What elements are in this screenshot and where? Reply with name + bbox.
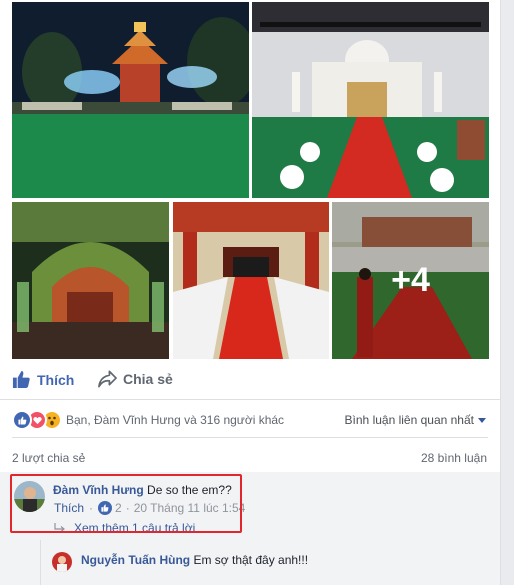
photo-1[interactable] xyxy=(12,2,249,198)
highlight-box xyxy=(10,474,242,533)
thumbs-up-icon xyxy=(12,370,30,389)
photo-4[interactable] xyxy=(173,202,329,359)
avatar[interactable] xyxy=(52,552,72,572)
reactions-divider xyxy=(12,437,488,438)
comment-sort-label: Bình luận liên quan nhất xyxy=(344,413,474,427)
reply-author[interactable]: Nguyễn Tuấn Hùng xyxy=(81,553,190,567)
reply-text: Em sợ thật đây anh!!! xyxy=(193,553,309,567)
actions-divider xyxy=(0,399,500,400)
photo-5[interactable]: +4 xyxy=(332,202,489,359)
share-count[interactable]: 2 lượt chia sẻ xyxy=(12,451,85,465)
like-label: Thích xyxy=(37,371,75,388)
caret-down-icon xyxy=(478,417,486,423)
post-actions: Thích Chia sẻ xyxy=(0,362,500,398)
comment-count[interactable]: 28 bình luận xyxy=(421,451,487,465)
more-photos-overlay[interactable]: +4 xyxy=(332,202,489,359)
share-icon xyxy=(98,370,117,388)
like-icon xyxy=(12,410,32,430)
reply-thread-line xyxy=(40,540,41,585)
reactions-summary[interactable]: Bạn, Đàm Vĩnh Hưng và 316 người khác xyxy=(12,410,284,430)
reactions-text[interactable]: Bạn, Đàm Vĩnh Hưng và 316 người khác xyxy=(66,413,284,427)
reply-body: Nguyễn Tuấn Hùng Em sợ thật đây anh!!! xyxy=(81,553,308,567)
photo-2[interactable] xyxy=(252,2,489,198)
comment-sort-dropdown[interactable]: Bình luận liên quan nhất xyxy=(345,413,486,427)
photo-3[interactable] xyxy=(12,202,169,359)
more-photos-count: +4 xyxy=(391,261,430,299)
like-button[interactable]: Thích xyxy=(12,370,74,389)
post-card: +4 Thích Chia sẻ Bạn, Đàm Vĩnh Hưng và 3… xyxy=(0,0,501,585)
share-button[interactable]: Chia sẻ xyxy=(98,370,173,388)
share-label: Chia sẻ xyxy=(123,371,173,387)
